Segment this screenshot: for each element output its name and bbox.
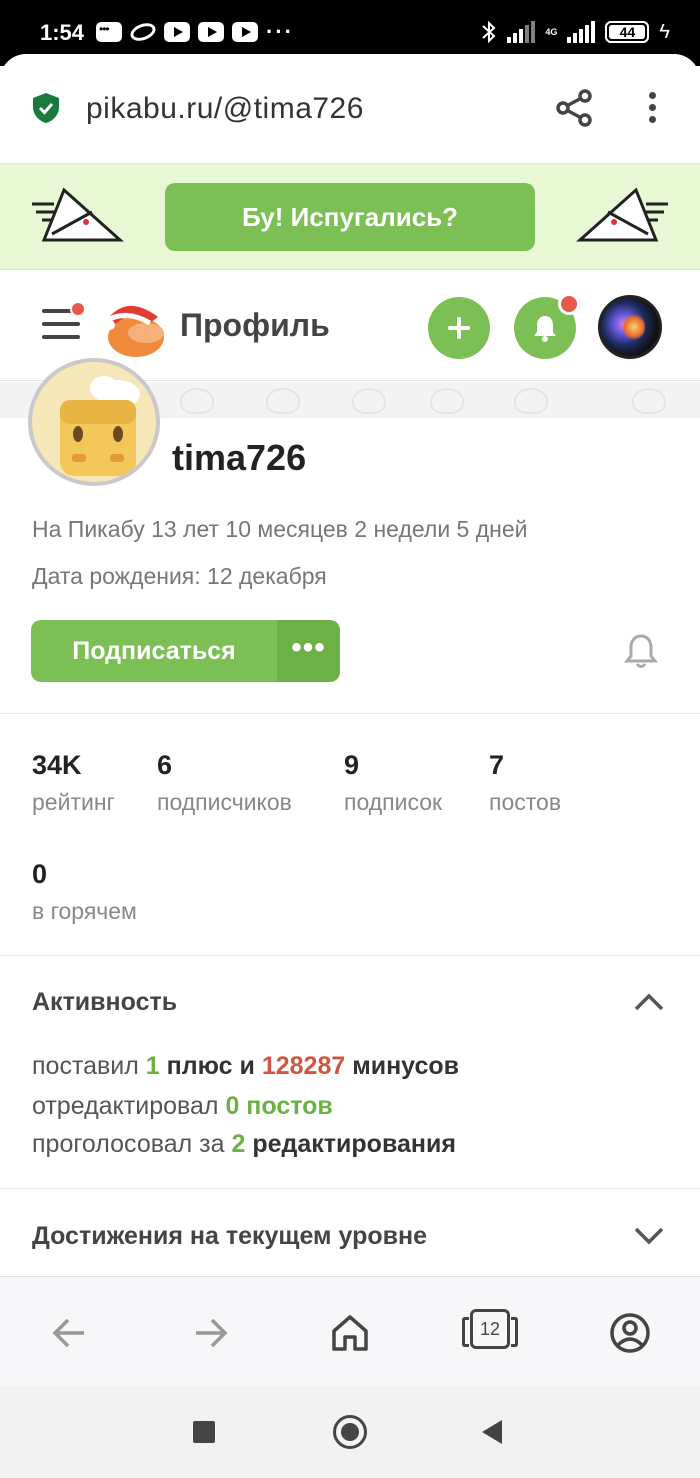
activity-edits: отредактировал 0 постов — [32, 1092, 333, 1121]
activity-votes: поставил 1 плюс и 128287 минусов — [32, 1052, 459, 1081]
network-type: 4G — [545, 27, 558, 37]
more-options-button[interactable]: ••• — [277, 620, 340, 682]
ghost-pixel-icon — [32, 187, 124, 242]
activity-section-title[interactable]: Активность — [32, 988, 177, 1017]
home-nav-icon[interactable] — [333, 1415, 367, 1449]
minus-count: 128287 — [261, 1052, 346, 1080]
stat-rating: 34K рейтинг — [32, 750, 115, 816]
profile-avatar[interactable] — [28, 358, 160, 486]
edits-count: 0 постов — [225, 1092, 333, 1120]
signal-strength-icon — [507, 21, 536, 43]
status-time: 1:54 — [40, 20, 85, 45]
battery-level: 44 — [619, 24, 636, 40]
youtube-icon — [198, 22, 224, 42]
subscribe-button[interactable]: Подписаться — [31, 620, 277, 682]
achievements-section-title[interactable]: Достижения на текущем уровне — [32, 1222, 427, 1251]
stat-label: в горячем — [32, 898, 137, 924]
activity-text: поставил — [32, 1052, 146, 1080]
signal-strength-icon — [567, 21, 596, 43]
home-icon[interactable] — [328, 1311, 372, 1355]
menu-icon[interactable] — [42, 301, 86, 343]
stat-followers[interactable]: 6 подписчиков — [157, 750, 292, 816]
activity-edit-votes: проголосовал за 2 редактирования — [32, 1130, 456, 1159]
back-arrow-icon[interactable] — [48, 1311, 92, 1355]
stat-label: подписчиков — [157, 789, 292, 815]
add-post-button[interactable] — [428, 297, 490, 359]
recent-apps-icon[interactable] — [193, 1421, 215, 1443]
youtube-icon — [232, 22, 258, 42]
menu-notification-dot — [70, 301, 86, 317]
pikabu-logo[interactable] — [100, 295, 168, 359]
chevron-down-icon[interactable] — [633, 1226, 665, 1246]
activity-text: минусов — [345, 1052, 459, 1080]
stat-subscriptions[interactable]: 9 подписок — [344, 750, 442, 816]
page-title: Профиль — [180, 307, 330, 343]
forward-arrow-icon[interactable] — [188, 1311, 232, 1355]
activity-text: плюс и — [159, 1052, 262, 1080]
back-nav-icon[interactable] — [482, 1420, 502, 1444]
profile-membership-duration: На Пикабу 13 лет 10 месяцев 2 недели 5 д… — [32, 516, 528, 542]
bluetooth-icon — [482, 20, 496, 44]
tabs-counter-button[interactable]: 12 — [462, 1309, 518, 1349]
notification-dot — [558, 293, 580, 315]
boo-scared-button[interactable]: Бу! Испугались? — [165, 183, 535, 251]
promo-banner: Бу! Испугались? — [0, 164, 700, 270]
stat-label: рейтинг — [32, 789, 115, 815]
bell-icon — [534, 316, 556, 342]
activity-text: редактирования — [245, 1130, 456, 1158]
divider — [0, 955, 700, 956]
stat-value: 34K — [32, 750, 82, 780]
ghost-pixel-icon — [576, 187, 668, 242]
profile-birthday: Дата рождения: 12 декабря — [32, 563, 327, 589]
stat-hot: 0 в горячем — [32, 859, 137, 925]
divider — [0, 713, 700, 714]
stat-value: 0 — [32, 859, 48, 889]
stat-value: 6 — [157, 750, 173, 780]
url-field[interactable]: pikabu.ru/@tima726 — [86, 92, 364, 126]
profile-username: tima726 — [172, 437, 307, 478]
browser-url-bar: pikabu.ru/@tima726 — [0, 54, 700, 164]
notifications-button[interactable] — [514, 293, 580, 359]
divider — [0, 1188, 700, 1189]
stat-posts[interactable]: 7 постов — [489, 750, 561, 816]
stat-label: постов — [489, 789, 562, 815]
activity-text: проголосовал за — [32, 1130, 232, 1158]
activity-text: отредактировал — [32, 1092, 226, 1120]
stat-label: подписок — [344, 789, 443, 815]
share-icon[interactable] — [555, 88, 595, 128]
system-nav-bar — [0, 1386, 700, 1478]
bell-subscribe-icon[interactable] — [624, 632, 658, 670]
plus-count: 1 — [145, 1052, 160, 1080]
message-app-icon — [96, 22, 122, 42]
charging-icon: ϟ — [659, 20, 670, 43]
account-icon[interactable] — [608, 1311, 652, 1355]
status-notification-icons: ··· — [96, 19, 294, 44]
browser-menu-icon[interactable] — [640, 92, 664, 126]
youtube-icon — [164, 22, 190, 42]
battery-icon: 44 — [605, 21, 650, 43]
secure-shield-icon[interactable] — [32, 92, 60, 124]
chevron-up-icon[interactable] — [633, 992, 665, 1012]
user-avatar[interactable] — [598, 295, 662, 359]
browser-bottom-bar: 12 — [0, 1276, 700, 1386]
stat-value: 7 — [489, 750, 505, 780]
stat-value: 9 — [344, 750, 360, 780]
edit-votes-count: 2 — [231, 1130, 246, 1158]
more-notifications-icon: ··· — [266, 19, 294, 44]
ring-app-icon — [128, 20, 158, 44]
